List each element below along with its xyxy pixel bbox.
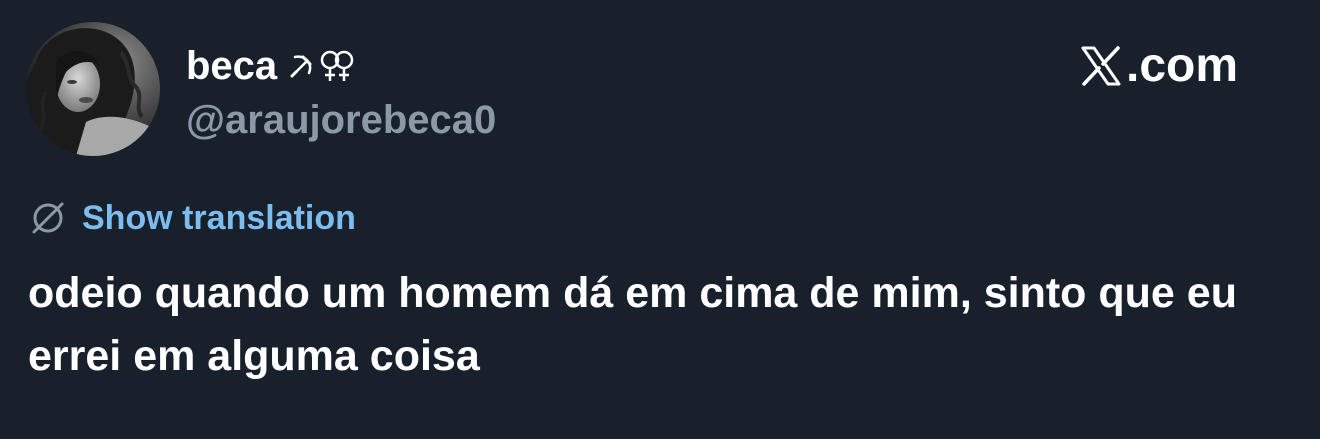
show-translation-button[interactable]: Show translation bbox=[28, 193, 356, 243]
show-translation-label[interactable]: Show translation bbox=[82, 193, 356, 243]
doubled-female-sign-icon bbox=[320, 50, 354, 81]
hammer-and-sickle-icon bbox=[290, 55, 312, 78]
tweet-card: beca @araujorebeca0 .com Show translatio… bbox=[0, 0, 1320, 439]
avatar[interactable] bbox=[26, 22, 160, 156]
display-name[interactable]: beca bbox=[186, 40, 277, 92]
name-emojis bbox=[287, 40, 355, 92]
user-handle[interactable]: @araujorebeca0 bbox=[186, 94, 496, 146]
globe-slash-icon bbox=[32, 202, 64, 234]
x-domain-text: .com bbox=[1126, 39, 1239, 92]
tweet-text: odeio quando um homem dá em cima de mim,… bbox=[28, 269, 1237, 380]
display-name-row[interactable]: beca bbox=[186, 40, 355, 92]
avatar-image bbox=[26, 22, 160, 156]
x-logo-icon bbox=[1081, 46, 1121, 86]
x-brand[interactable]: .com bbox=[1080, 38, 1238, 94]
